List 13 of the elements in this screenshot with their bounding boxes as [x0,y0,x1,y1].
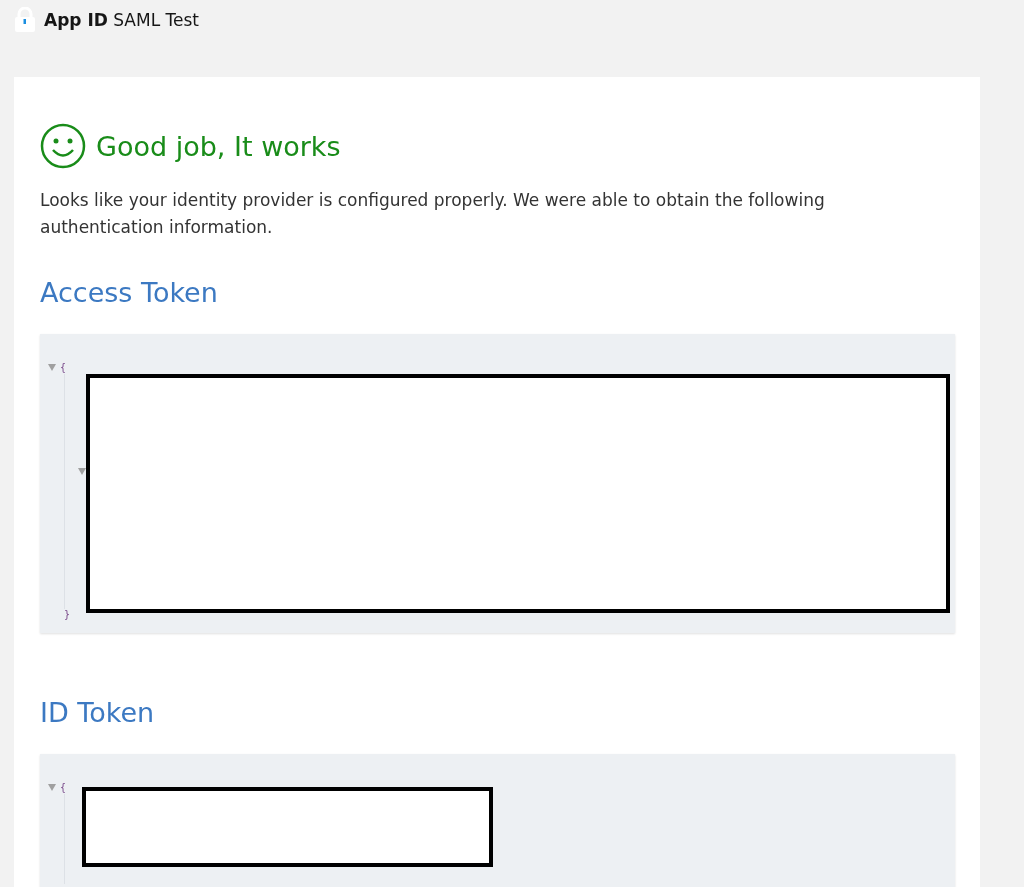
open-brace: { [60,361,67,373]
close-brace: } [64,609,71,620]
collapse-toggle-icon[interactable] [48,783,56,791]
open-brace: { [60,781,67,793]
smiley-icon [40,123,86,169]
section-heading: ID Token [40,697,156,728]
success-message: Looks like your identity provider is configured properly. We were able to obtain the following authentication information. [40,189,826,239]
success-heading: Good job, It works [96,130,341,162]
app-name: App ID [44,10,108,30]
section-heading: Access Token [40,277,219,308]
collapse-toggle-icon[interactable] [48,363,56,371]
page-title: SAML Test [113,10,200,30]
lock-icon [14,7,36,33]
